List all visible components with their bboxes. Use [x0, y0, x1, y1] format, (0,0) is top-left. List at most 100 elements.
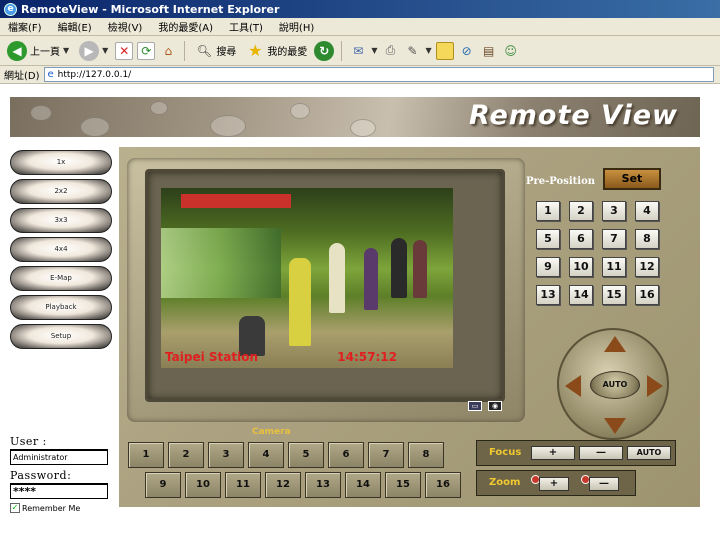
preposition-button[interactable]: 1	[536, 201, 560, 221]
username-input[interactable]: Administrator	[10, 449, 108, 465]
camera-button[interactable]: 6	[328, 442, 364, 468]
snapshot-camera-icon[interactable]: ◉	[488, 401, 502, 411]
ptz-control-pad: AUTO	[557, 328, 669, 440]
person-figure	[413, 240, 427, 298]
preposition-button[interactable]: 14	[569, 285, 593, 305]
back-arrow-icon: ◀	[7, 40, 27, 61]
back-dropdown-icon[interactable]: ▼	[63, 46, 69, 55]
forward-arrow-icon: ▶	[79, 40, 100, 61]
preposition-button[interactable]: 4	[635, 201, 659, 221]
menu-view[interactable]: 檢視(V)	[100, 19, 151, 34]
camera-button[interactable]: 2	[168, 442, 204, 468]
messenger-icon[interactable]: ⊘	[458, 42, 476, 60]
menu-tools[interactable]: 工具(T)	[221, 19, 271, 34]
focus-plus-button[interactable]: +	[531, 446, 575, 460]
person-figure	[391, 238, 407, 298]
contacts-icon[interactable]: ☺	[502, 42, 520, 60]
camera-button[interactable]: 5	[288, 442, 324, 468]
preposition-button[interactable]: 7	[602, 229, 626, 249]
preposition-button[interactable]: 11	[602, 257, 626, 277]
zoom-out-button[interactable]: —	[589, 477, 619, 491]
camera-button[interactable]: 1	[128, 442, 164, 468]
view-1x-button[interactable]: 1x	[10, 150, 112, 175]
camera-button[interactable]: 16	[425, 472, 461, 498]
camera-button[interactable]: 11	[225, 472, 261, 498]
view-2x2-button[interactable]: 2x2	[10, 179, 112, 204]
search-button[interactable]: 🔍︎ 搜尋	[192, 39, 239, 63]
window-title: RemoteView - Microsoft Internet Explorer	[21, 2, 280, 16]
preposition-button[interactable]: 9	[536, 257, 560, 277]
camera-button[interactable]: 9	[145, 472, 181, 498]
preposition-button[interactable]: 8	[635, 229, 659, 249]
water-drop-decoration	[210, 115, 246, 137]
menu-edit[interactable]: 編輯(E)	[50, 19, 100, 34]
camera-button[interactable]: 14	[345, 472, 381, 498]
menu-help[interactable]: 說明(H)	[271, 19, 322, 34]
focus-minus-button[interactable]: —	[579, 446, 623, 460]
back-button[interactable]: ◀ 上一頁 ▼	[4, 39, 72, 63]
stop-icon[interactable]: ✕	[115, 41, 134, 60]
mail-icon[interactable]: ✉	[349, 42, 367, 60]
camera-button[interactable]: 3	[208, 442, 244, 468]
preposition-button[interactable]: 10	[569, 257, 593, 277]
window-titlebar: e RemoteView - Microsoft Internet Explor…	[0, 0, 720, 18]
toolbar-separator	[184, 40, 186, 61]
preposition-button[interactable]: 16	[635, 285, 659, 305]
pan-up-arrow-icon[interactable]	[604, 336, 626, 352]
film-icon[interactable]: ▭	[468, 401, 482, 411]
time-caption: 14:57:12	[337, 350, 397, 364]
edit-dropdown-icon[interactable]: ▼	[425, 46, 431, 55]
edit-icon[interactable]: ✎	[403, 42, 421, 60]
forward-dropdown-icon[interactable]: ▼	[102, 46, 108, 55]
view-4x4-button[interactable]: 4x4	[10, 237, 112, 262]
pan-right-arrow-icon[interactable]	[647, 375, 663, 397]
preposition-button[interactable]: 3	[602, 201, 626, 221]
history-icon[interactable]: ↻	[314, 40, 335, 61]
camera-button[interactable]: 15	[385, 472, 421, 498]
preposition-button[interactable]: 13	[536, 285, 560, 305]
menu-file[interactable]: 檔案(F)	[0, 19, 50, 34]
preposition-button[interactable]: 2	[569, 201, 593, 221]
forward-button[interactable]: ▶ ▼	[76, 39, 111, 63]
preposition-button[interactable]: 6	[569, 229, 593, 249]
zoom-in-button[interactable]: +	[539, 477, 569, 491]
emap-button[interactable]: E-Map	[10, 266, 112, 291]
camera-control-panel: Taipei Station 14:57:12 ▭ ◉ Pre-Position…	[119, 147, 700, 507]
camera-button[interactable]: 10	[185, 472, 221, 498]
playback-button[interactable]: Playback	[10, 295, 112, 320]
focus-auto-button[interactable]: AUTO	[627, 446, 671, 460]
refresh-icon[interactable]: ⟳	[137, 41, 156, 60]
remember-me-checkbox[interactable]: ✓	[10, 503, 20, 513]
folder-icon[interactable]	[435, 41, 454, 60]
print-icon[interactable]: ⎙	[381, 42, 399, 60]
menu-favorites[interactable]: 我的最愛(A)	[150, 19, 221, 34]
live-video-view[interactable]: Taipei Station 14:57:12	[161, 188, 453, 368]
research-icon[interactable]: ▤	[480, 42, 498, 60]
pan-left-arrow-icon[interactable]	[565, 375, 581, 397]
camera-button[interactable]: 13	[305, 472, 341, 498]
remote-view-banner: Remote View	[10, 97, 700, 137]
address-label: 網址(D)	[4, 71, 40, 82]
ptz-auto-button[interactable]: AUTO	[590, 371, 640, 399]
camera-button[interactable]: 8	[408, 442, 444, 468]
password-input[interactable]: ****	[10, 483, 108, 499]
view-mode-nav: 1x 2x2 3x3 4x4 E-Map Playback Setup	[10, 150, 112, 353]
camera-button[interactable]: 4	[248, 442, 284, 468]
preposition-grid: 1 2 3 4 5 6 7 8 9 10 11 12 13 14 15 16	[536, 201, 666, 305]
setup-button[interactable]: Setup	[10, 324, 112, 349]
home-icon[interactable]: ⌂	[159, 42, 177, 60]
camera-button[interactable]: 12	[265, 472, 301, 498]
remember-me-option[interactable]: ✓ Remember Me	[10, 503, 110, 513]
water-drop-decoration	[150, 101, 168, 115]
address-input[interactable]: e http://127.0.0.1/	[43, 67, 714, 82]
menu-bar: 檔案(F) 編輯(E) 檢視(V) 我的最愛(A) 工具(T) 說明(H)	[0, 18, 720, 36]
camera-button[interactable]: 7	[368, 442, 404, 468]
favorites-button[interactable]: ★ 我的最愛	[243, 39, 310, 63]
mail-dropdown-icon[interactable]: ▼	[371, 46, 377, 55]
preposition-set-button[interactable]: Set	[603, 168, 661, 190]
view-3x3-button[interactable]: 3x3	[10, 208, 112, 233]
pan-down-arrow-icon[interactable]	[604, 418, 626, 434]
preposition-button[interactable]: 15	[602, 285, 626, 305]
preposition-button[interactable]: 5	[536, 229, 560, 249]
preposition-button[interactable]: 12	[635, 257, 659, 277]
